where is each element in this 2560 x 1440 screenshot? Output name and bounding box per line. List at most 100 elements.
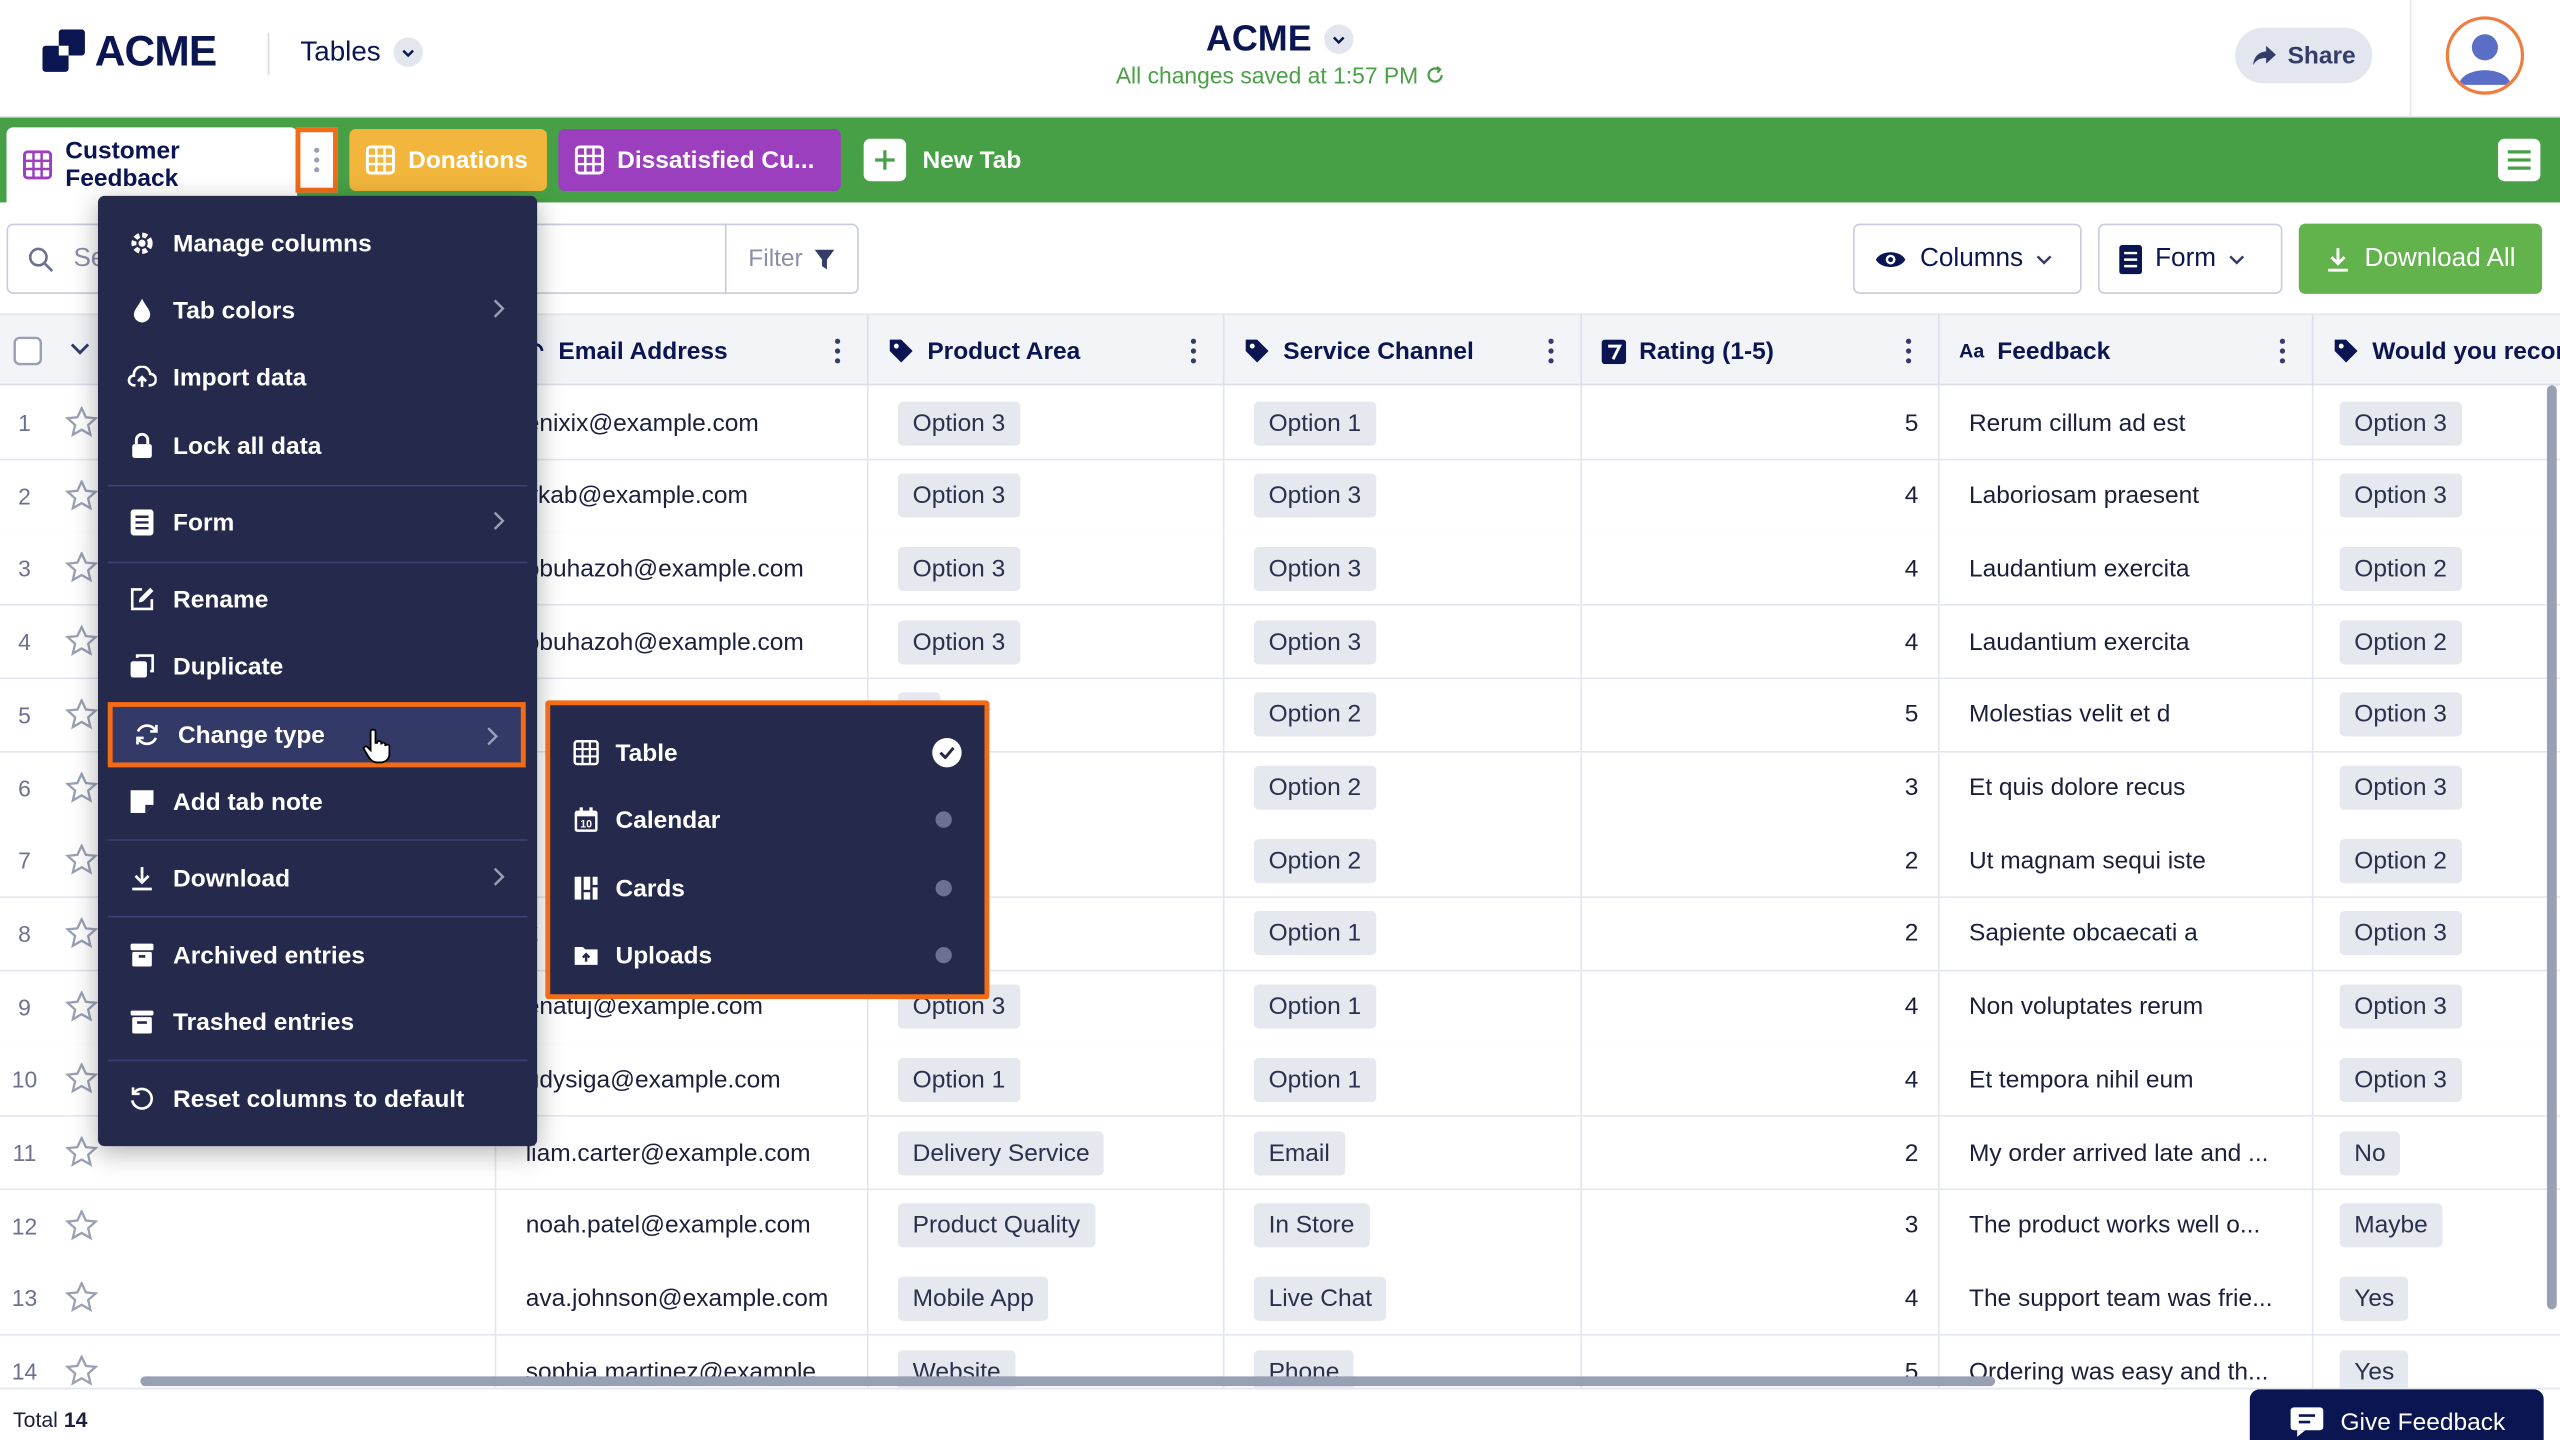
cell-feedback[interactable]: My order arrived late and ...	[1940, 1116, 2314, 1189]
star-icon[interactable]	[65, 917, 98, 948]
tab-dissatisfied-customers[interactable]: Dissatisfied Cu...	[558, 128, 841, 192]
cell-name[interactable]	[140, 1189, 497, 1262]
cell-rating[interactable]: 5	[1582, 386, 1940, 459]
cell-email[interactable]: noah.patel@example.com	[496, 1189, 869, 1262]
cell-feedback[interactable]: Laudantium exercita	[1940, 605, 2314, 678]
select-all-checkbox[interactable]	[13, 336, 43, 366]
column-kebab-icon[interactable]	[1190, 338, 1197, 364]
cell-service-channel[interactable]: Option 1	[1224, 970, 1583, 1043]
cell-feedback[interactable]: Et tempora nihil eum	[1940, 1043, 2314, 1116]
cell-would-recommend[interactable]: Option 3	[2313, 898, 2560, 970]
cell-would-recommend[interactable]: No	[2313, 1117, 2560, 1189]
cell-email[interactable]: ava.johnson@example.com	[496, 1262, 869, 1335]
cell-would-recommend[interactable]: Option 3	[2313, 971, 2560, 1043]
cell-product-area[interactable]: Delivery Service	[869, 1116, 1225, 1189]
filter-button[interactable]: Filter	[724, 223, 859, 294]
cell-email[interactable]: udysiga@example.com	[496, 1043, 869, 1116]
cell-email[interactable]: obuhazoh@example.com	[496, 532, 869, 605]
horizontal-scrollbar[interactable]	[140, 1376, 1996, 1387]
column-kebab-icon[interactable]	[1548, 338, 1555, 364]
star-icon[interactable]	[65, 1282, 98, 1313]
cell-feedback[interactable]: Sapiente obcaecati a	[1940, 897, 2314, 970]
cell-product-area[interactable]: Mobile App	[869, 1262, 1225, 1335]
cell-rating[interactable]: 5	[1582, 678, 1940, 751]
tab-customer-feedback[interactable]: Customer Feedback	[6, 127, 298, 203]
avatar[interactable]	[2445, 16, 2525, 95]
star-icon[interactable]	[65, 990, 98, 1021]
star-icon[interactable]	[65, 552, 98, 584]
tab-options-kebab-icon[interactable]	[295, 127, 338, 193]
star-icon[interactable]	[65, 479, 98, 511]
star-icon[interactable]	[65, 1136, 98, 1167]
cell-product-area[interactable]: Option 3	[869, 605, 1225, 678]
star-icon[interactable]	[65, 406, 98, 438]
cell-would-recommend[interactable]: Option 3	[2313, 387, 2560, 459]
column-header-would-recommend[interactable]: Would you recor	[2313, 315, 2560, 387]
table-row[interactable]: 13 ava.johnson@example.com Mobile App Live …	[0, 1262, 2560, 1337]
cell-product-area[interactable]: Product Quality	[869, 1189, 1225, 1262]
column-header-product-area[interactable]: Product Area	[869, 315, 1225, 387]
cell-feedback[interactable]: Laboriosam praesent	[1940, 459, 2314, 532]
cell-service-channel[interactable]: Live Chat	[1224, 1262, 1583, 1335]
menu-item-rename[interactable]: Rename	[108, 568, 528, 630]
cell-feedback[interactable]: Rerum cillum ad est	[1940, 386, 2314, 459]
download-all-button[interactable]: Download All	[2298, 223, 2543, 294]
column-kebab-icon[interactable]	[834, 338, 841, 364]
cell-service-channel[interactable]: Option 3	[1224, 459, 1583, 532]
cell-rating[interactable]: 2	[1582, 897, 1940, 970]
cell-feedback[interactable]: Ut magnam sequi iste	[1940, 824, 2314, 897]
star-icon[interactable]	[65, 771, 98, 802]
cell-email[interactable]: liam.carter@example.com	[496, 1116, 869, 1189]
cell-would-recommend[interactable]: Option 3	[2313, 460, 2560, 532]
cell-product-area[interactable]: Option 3	[869, 386, 1225, 459]
cell-service-channel[interactable]: Option 3	[1224, 605, 1583, 678]
chevron-down-icon[interactable]	[70, 343, 90, 356]
star-icon[interactable]	[65, 1063, 98, 1094]
star-icon[interactable]	[65, 1355, 98, 1386]
cell-service-channel[interactable]: Option 1	[1224, 897, 1583, 970]
hamburger-menu-icon[interactable]	[2497, 138, 2541, 182]
star-icon[interactable]	[65, 844, 98, 875]
cell-rating[interactable]: 4	[1582, 1043, 1940, 1116]
menu-item-manage-columns[interactable]: Manage columns	[108, 212, 528, 274]
column-header-email[interactable]: Email Address	[496, 315, 869, 387]
cell-feedback[interactable]: Molestias velit et d	[1940, 678, 2314, 751]
cell-rating[interactable]: 4	[1582, 459, 1940, 532]
cell-email[interactable]: obuhazoh@example.com	[496, 605, 869, 678]
cell-would-recommend[interactable]: Option 3	[2313, 1044, 2560, 1116]
cell-would-recommend[interactable]: Maybe	[2313, 1190, 2560, 1262]
cell-feedback[interactable]: Non voluptates rerum	[1940, 970, 2314, 1043]
cell-rating[interactable]: 2	[1582, 1116, 1940, 1189]
menu-item-trashed-entries[interactable]: Trashed entries	[108, 991, 528, 1053]
cell-feedback[interactable]: Et quis dolore recus	[1940, 751, 2314, 824]
table-row[interactable]: 12 noah.patel@example.com Product Quality I…	[0, 1189, 2560, 1264]
column-header-feedback[interactable]: Aa Feedback	[1940, 315, 2314, 387]
menu-item-tab-colors[interactable]: Tab colors	[108, 279, 528, 341]
cell-rating[interactable]: 4	[1582, 970, 1940, 1043]
menu-item-lock-all-data[interactable]: Lock all data	[108, 415, 528, 477]
star-icon[interactable]	[65, 625, 98, 657]
menu-item-add-tab-note[interactable]: Add tab note	[108, 771, 528, 833]
tab-donations[interactable]: Donations	[349, 128, 547, 192]
cell-would-recommend[interactable]: Option 2	[2313, 825, 2560, 897]
cell-product-area[interactable]: Option 1	[869, 1043, 1225, 1116]
new-tab-button[interactable]: New Tab	[863, 138, 1021, 182]
cell-service-channel[interactable]: Option 1	[1224, 386, 1583, 459]
menu-item-import-data[interactable]: Import data	[108, 346, 528, 408]
column-header-service-channel[interactable]: Service Channel	[1224, 315, 1583, 387]
cell-rating[interactable]: 4	[1582, 1262, 1940, 1335]
cell-rating[interactable]: 3	[1582, 1189, 1940, 1262]
submenu-item-table[interactable]: Table	[573, 722, 965, 784]
share-button[interactable]: Share	[2235, 27, 2373, 84]
cell-rating[interactable]: 2	[1582, 824, 1940, 897]
cell-feedback[interactable]: The product works well o...	[1940, 1189, 2314, 1262]
cell-would-recommend[interactable]: Option 2	[2313, 606, 2560, 678]
cell-feedback[interactable]: Laudantium exercita	[1940, 532, 2314, 605]
column-header-rating[interactable]: Rating (1-5)	[1582, 315, 1940, 387]
app-title[interactable]: ACME	[1206, 18, 1312, 60]
cell-rating[interactable]: 3	[1582, 751, 1940, 824]
cell-service-channel[interactable]: Option 3	[1224, 532, 1583, 605]
column-kebab-icon[interactable]	[1905, 338, 1912, 364]
cell-feedback[interactable]: The support team was frie...	[1940, 1262, 2314, 1335]
menu-item-download[interactable]: Download	[108, 847, 528, 909]
